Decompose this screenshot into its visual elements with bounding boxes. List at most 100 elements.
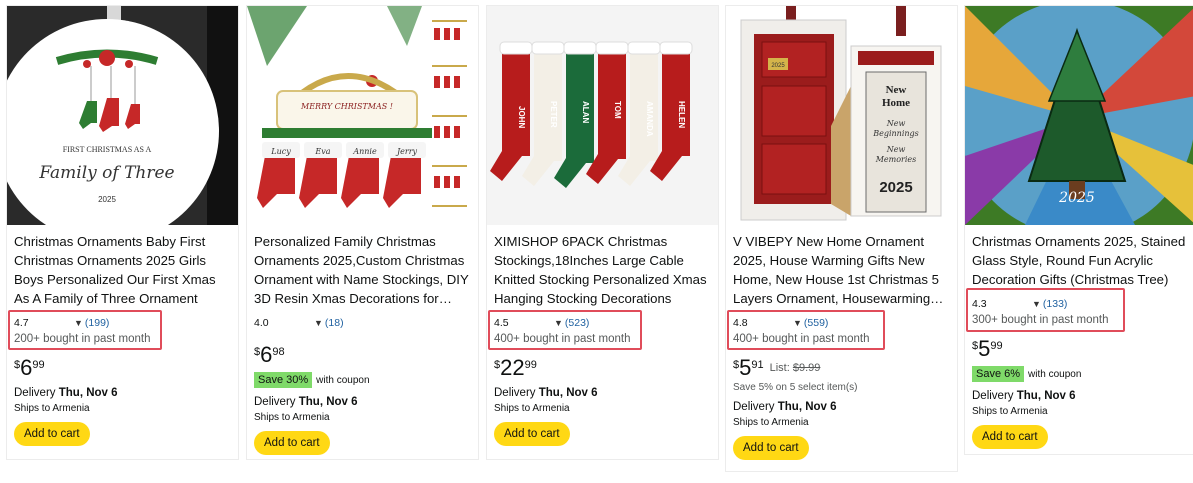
chevron-down-icon[interactable]: ▼ — [554, 318, 563, 328]
review-count[interactable]: (559) — [804, 317, 829, 329]
coupon[interactable]: Save 30% with coupon — [254, 372, 478, 388]
stocking-tag: TOM — [613, 101, 622, 119]
stocking-name: Lucy — [270, 147, 291, 156]
rating-row: 4.0 ▼ (18) — [254, 316, 478, 330]
image-year: 2025 — [879, 179, 912, 196]
rating-value[interactable]: 4.0 — [254, 317, 314, 329]
delivery-date: Thu, Nov 6 — [58, 387, 118, 399]
delivery-label: Delivery — [494, 387, 536, 399]
product-image[interactable]: FIRST CHRISTMAS AS A Family of Three 202… — [7, 6, 238, 225]
price[interactable]: $ 5 99 — [972, 338, 1193, 360]
image-line2: Home — [882, 97, 910, 109]
review-count[interactable]: (133) — [1043, 298, 1068, 310]
rating-value[interactable]: 4.8 — [733, 317, 793, 329]
price-fraction: 91 — [751, 359, 764, 371]
review-count[interactable]: (199) — [85, 317, 110, 329]
chevron-down-icon[interactable]: ▼ — [1032, 299, 1041, 309]
stocking-name: Jerry — [395, 147, 418, 156]
product-image[interactable]: 2025 — [965, 6, 1193, 225]
ornament-image: MERRY CHRISTMAS ! Lucy Eva Annie Jerry — [247, 6, 478, 225]
delivery-info: Delivery Thu, Nov 6 — [254, 396, 478, 408]
stockings-image: JOHN PETER ALAN TOM AMANDA HELEN — [487, 6, 718, 225]
add-to-cart-button[interactable]: Add to cart — [254, 431, 330, 455]
price-whole: 5 — [978, 336, 991, 361]
ships-to: Ships to Armenia — [494, 403, 570, 414]
add-to-cart-button[interactable]: Add to cart — [972, 425, 1048, 449]
price[interactable]: $ 6 99 — [14, 357, 238, 379]
product-image[interactable]: JOHN PETER ALAN TOM AMANDA HELEN — [487, 6, 718, 225]
delivery-date: Thu, Nov 6 — [777, 401, 837, 413]
product-title[interactable]: Personalized Family Christmas Ornaments … — [254, 232, 471, 308]
ships-to: Ships to Armenia — [254, 412, 330, 423]
delivery-date: Thu, Nov 6 — [1016, 390, 1076, 402]
stocking-tag: ALAN — [581, 101, 590, 123]
price[interactable]: $ 5 91 List: $9.99 — [733, 357, 957, 379]
stocking-name: Annie — [352, 147, 377, 156]
product-card: 2025 New Home New Beginnings New Memorie… — [725, 5, 958, 472]
review-count[interactable]: (523) — [565, 317, 590, 329]
stocking-tag: PETER — [549, 101, 558, 128]
bought-count: 300+ bought in past month — [972, 314, 1109, 326]
rating-row: 4.7 ▼ (199) — [14, 316, 238, 330]
rating-row: 4.3 ▼ (133) — [972, 297, 1193, 311]
delivery-date: Thu, Nov 6 — [538, 387, 598, 399]
ships-to: Ships to Armenia — [733, 417, 809, 428]
product-card: 2025 Christmas Ornaments 2025, Stained G… — [964, 5, 1193, 455]
stocking-tag: HELEN — [677, 101, 686, 128]
stocking-tag: JOHN — [517, 106, 526, 128]
coupon-text: with coupon — [1028, 368, 1082, 380]
rating-value[interactable]: 4.5 — [494, 317, 554, 329]
rating-value[interactable]: 4.3 — [972, 298, 1032, 310]
save-note: Save 5% on 5 select item(s) — [733, 382, 858, 393]
add-to-cart-button[interactable]: Add to cart — [14, 422, 90, 446]
product-card: MERRY CHRISTMAS ! Lucy Eva Annie Jerry P… — [246, 5, 479, 460]
price-whole: 6 — [20, 355, 33, 380]
review-count[interactable]: (18) — [325, 317, 344, 329]
image-line1: New — [886, 84, 907, 96]
chevron-down-icon[interactable]: ▼ — [793, 318, 802, 328]
chevron-down-icon[interactable]: ▼ — [74, 318, 83, 328]
house-ornament-image: 2025 New Home New Beginnings New Memorie… — [726, 6, 957, 225]
image-line3: 2025 — [98, 195, 116, 204]
product-card: FIRST CHRISTMAS AS A Family of Three 202… — [6, 5, 239, 460]
bought-count: 400+ bought in past month — [733, 333, 870, 345]
delivery-info: Delivery Thu, Nov 6 — [14, 387, 238, 399]
rating-row: 4.5 ▼ (523) — [494, 316, 718, 330]
delivery-label: Delivery — [733, 401, 775, 413]
rating-row: 4.8 ▼ (559) — [733, 316, 957, 330]
delivery-label: Delivery — [14, 387, 56, 399]
price-fraction: 98 — [272, 346, 285, 358]
product-image[interactable]: MERRY CHRISTMAS ! Lucy Eva Annie Jerry — [247, 6, 478, 225]
product-image[interactable]: 2025 New Home New Beginnings New Memorie… — [726, 6, 957, 225]
image-banner: MERRY CHRISTMAS ! — [300, 102, 393, 111]
product-title[interactable]: Christmas Ornaments 2025, Stained Glass … — [972, 232, 1189, 289]
price[interactable]: $ 6 98 — [254, 344, 478, 366]
coupon[interactable]: Save 6% with coupon — [972, 366, 1193, 382]
product-title[interactable]: Christmas Ornaments Baby First Christmas… — [14, 232, 231, 308]
image-line4: Beginnings — [872, 129, 919, 138]
price[interactable]: $ 22 99 — [494, 357, 718, 379]
coupon-text: with coupon — [316, 374, 370, 386]
image-line6: Memories — [875, 155, 917, 164]
delivery-info: Delivery Thu, Nov 6 — [494, 387, 718, 399]
price-fraction: 99 — [32, 359, 45, 371]
ships-to: Ships to Armenia — [14, 403, 90, 414]
rating-value[interactable]: 4.7 — [14, 317, 74, 329]
add-to-cart-button[interactable]: Add to cart — [494, 422, 570, 446]
image-line1: FIRST CHRISTMAS AS A — [63, 145, 152, 154]
chevron-down-icon[interactable]: ▼ — [314, 318, 323, 328]
ships-to: Ships to Armenia — [972, 406, 1048, 417]
image-line2: Family of Three — [38, 163, 174, 183]
list-label: List: — [769, 362, 790, 374]
delivery-info: Delivery Thu, Nov 6 — [733, 401, 957, 413]
coupon-badge: Save 6% — [972, 366, 1025, 382]
add-to-cart-button[interactable]: Add to cart — [733, 436, 809, 460]
delivery-info: Delivery Thu, Nov 6 — [972, 390, 1193, 402]
image-line3: New — [886, 119, 906, 128]
product-title[interactable]: XIMISHOP 6PACK Christmas Stockings,18Inc… — [494, 232, 711, 308]
stocking-name: Eva — [314, 147, 330, 156]
delivery-date: Thu, Nov 6 — [298, 396, 358, 408]
product-title[interactable]: V VIBEPY New Home Ornament 2025, House W… — [733, 232, 950, 308]
list-price: List: $9.99 — [770, 363, 821, 374]
price-whole: 22 — [500, 355, 525, 380]
